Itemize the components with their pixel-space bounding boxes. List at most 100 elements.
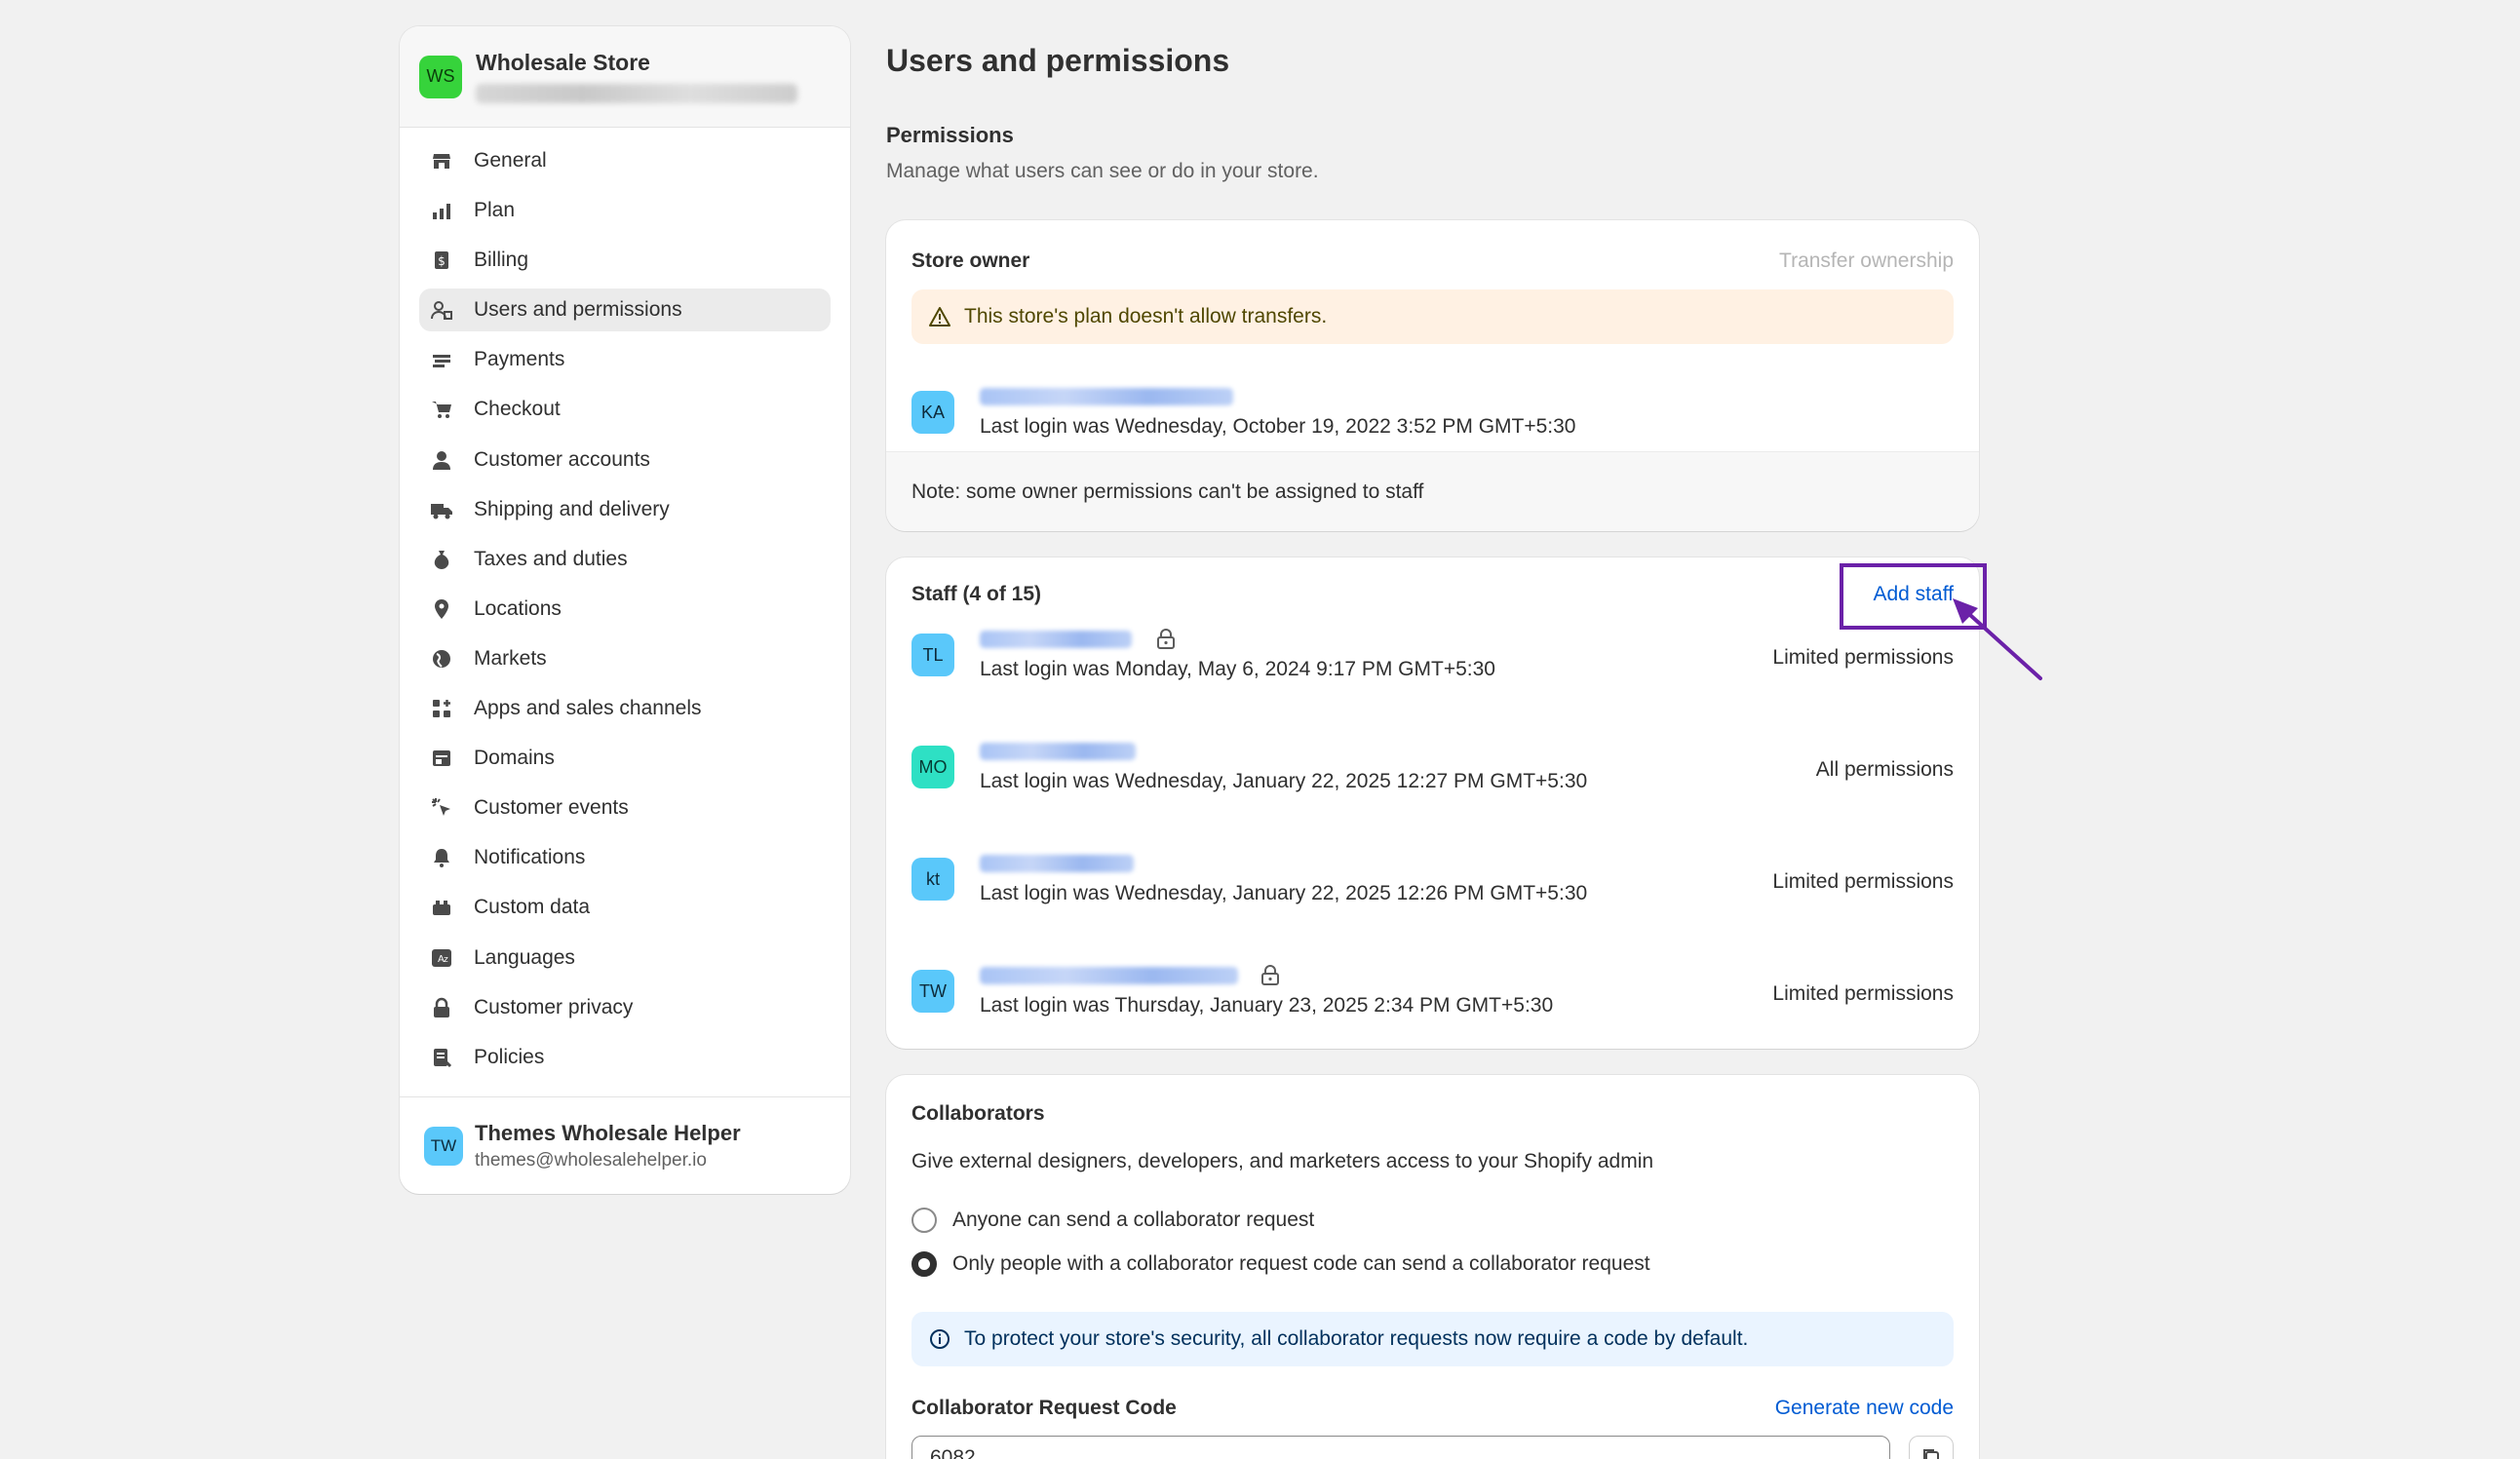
sidebar-item-languages[interactable]: Az Languages [419,937,831,979]
users-icon [429,297,454,323]
staff-row[interactable]: kt Last login was Wednesday, January 22,… [911,853,1954,911]
location-icon [429,596,454,622]
sidebar-item-plan[interactable]: Plan [419,189,831,232]
collaborators-description: Give external designers, developers, and… [911,1150,1654,1172]
sidebar-item-label: Customer events [474,796,629,820]
staff-row[interactable]: TL Last login was Monday, May 6, 2024 9:… [911,629,1954,687]
sidebar-item-domains[interactable]: Domains [419,737,831,780]
sidebar-item-shipping[interactable]: Shipping and delivery [419,488,831,531]
sidebar-item-notifications[interactable]: Notifications [419,836,831,879]
sidebar-item-label: Payments [474,348,565,371]
copy-code-button[interactable] [1909,1436,1954,1459]
add-staff-button[interactable]: Add staff [1873,583,1954,606]
cart-icon [429,397,454,422]
permission-level: All permissions [1815,758,1954,781]
settings-sidebar: WS Wholesale Store General Plan $ Billin… [400,26,850,1194]
radio-code-only[interactable]: Only people with a collaborator request … [911,1251,1650,1277]
store-name: Wholesale Store [476,50,650,75]
sidebar-item-customer-accounts[interactable]: Customer accounts [419,439,831,481]
sidebar-item-markets[interactable]: Markets [419,637,831,680]
app-account-footer[interactable]: TW Themes Wholesale Helper themes@wholes… [400,1096,850,1194]
section-title: Permissions [886,123,1014,147]
warning-text: This store's plan doesn't allow transfer… [964,305,1328,327]
staff-row[interactable]: MO Last login was Wednesday, January 22,… [911,741,1954,799]
svg-text:z: z [444,955,448,965]
sidebar-item-locations[interactable]: Locations [419,588,831,631]
sidebar-item-label: Notifications [474,846,586,869]
account-email: themes@wholesalehelper.io [475,1149,707,1171]
radio-label: Anyone can send a collaborator request [952,1209,1315,1231]
sidebar-item-label: Plan [474,199,516,222]
staff-name-redacted [980,743,1136,760]
radio-label: Only people with a collaborator request … [952,1252,1650,1275]
sidebar-item-general[interactable]: General [419,139,831,182]
sidebar-item-custom-data[interactable]: Custom data [419,886,831,929]
plan-icon [429,198,454,223]
sidebar-item-apps[interactable]: Apps and sales channels [419,687,831,730]
store-email-redacted [476,84,797,103]
sidebar-item-label: Apps and sales channels [474,697,702,720]
page-title: Users and permissions [886,43,1230,78]
sidebar-item-users[interactable]: Users and permissions [419,288,831,332]
settings-nav: General Plan $ Billing Users and permiss… [400,128,850,1079]
domain-icon [429,746,454,771]
sidebar-item-customer-events[interactable]: Customer events [419,787,831,829]
store-avatar: WS [419,55,462,98]
copy-icon [1920,1446,1942,1459]
sidebar-item-policies[interactable]: Policies [419,1036,831,1079]
sidebar-item-label: Customer privacy [474,995,634,1018]
request-code-field[interactable]: 6082 [911,1436,1890,1459]
info-banner: To protect your store's security, all co… [911,1312,1954,1366]
card-title: Staff (4 of 15) [911,583,1042,605]
sidebar-item-customer-privacy[interactable]: Customer privacy [419,986,831,1029]
svg-text:$: $ [438,254,446,268]
store-header[interactable]: WS Wholesale Store [400,26,850,128]
sidebar-item-label: Customer accounts [474,447,650,471]
radio-button[interactable] [911,1208,937,1233]
permission-level: Limited permissions [1772,646,1954,669]
account-name: Themes Wholesale Helper [475,1120,741,1145]
custom-data-icon [429,895,454,920]
sidebar-item-label: Policies [474,1045,545,1068]
staff-name-redacted [980,967,1238,984]
staff-row[interactable]: TW Last login was Thursday, January 23, … [911,965,1954,1023]
radio-button-selected[interactable] [911,1251,937,1277]
cursor-click-icon [429,795,454,821]
sidebar-item-label: Markets [474,646,547,670]
last-login-text: Last login was Wednesday, January 22, 20… [980,882,1588,904]
apps-icon [429,696,454,721]
globe-icon [429,646,454,672]
sidebar-item-checkout[interactable]: Checkout [419,388,831,431]
sidebar-item-label: Custom data [474,896,591,919]
transfer-ownership-link[interactable]: Transfer ownership [1779,250,1954,273]
radio-anyone[interactable]: Anyone can send a collaborator request [911,1208,1314,1233]
last-login-text: Last login was Monday, May 6, 2024 9:17 … [980,658,1495,680]
owner-row[interactable]: KA Last login was Wednesday, October 19,… [911,386,1954,444]
card-title: Store owner [911,250,1030,272]
generate-code-link[interactable]: Generate new code [1775,1397,1954,1420]
sidebar-item-billing[interactable]: $ Billing [419,239,831,282]
permission-level: Limited permissions [1772,982,1954,1005]
last-login-text: Last login was Wednesday, January 22, 20… [980,770,1588,792]
avatar: KA [911,391,954,434]
warning-icon [929,306,950,327]
lock-icon [1260,963,1281,991]
billing-icon: $ [429,248,454,273]
sidebar-item-payments[interactable]: Payments [419,338,831,381]
person-icon [429,447,454,473]
payments-icon [429,347,454,372]
lock-icon [429,995,454,1020]
sidebar-item-label: Shipping and delivery [474,497,670,520]
bell-icon [429,845,454,870]
store-owner-card: Store owner Transfer ownership This stor… [886,220,1979,531]
sidebar-item-taxes[interactable]: Taxes and duties [419,538,831,581]
tax-icon [429,547,454,572]
info-text: To protect your store's security, all co… [964,1327,1749,1350]
avatar: MO [911,746,954,788]
owner-note: Note: some owner permissions can't be as… [886,451,1979,531]
staff-card: Staff (4 of 15) Add staff TL Last login … [886,557,1979,1049]
lock-icon [1155,627,1177,655]
sidebar-item-label: Taxes and duties [474,547,628,570]
section-subtitle: Manage what users can see or do in your … [886,160,1319,182]
avatar: kt [911,858,954,901]
